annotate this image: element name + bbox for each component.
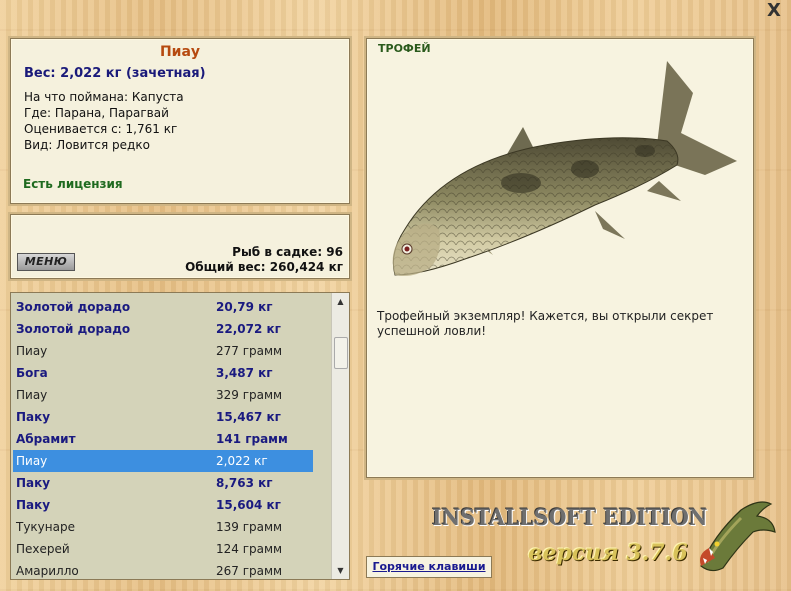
- catch-list-row[interactable]: Золотой дорадо 20,79 кг: [13, 296, 313, 318]
- catch-fish-weight: 2,022 кг: [216, 454, 268, 468]
- catch-fish-name: Паку: [16, 476, 51, 490]
- catch-list-row[interactable]: Паку 15,604 кг: [13, 494, 313, 516]
- catch-fish-weight: 8,763 кг: [216, 476, 273, 490]
- scrollbar[interactable]: ▲ ▼: [331, 293, 349, 579]
- catch-list-row[interactable]: Паку 15,467 кг: [13, 406, 313, 428]
- fish-count: Рыб в садке: 96: [232, 245, 343, 259]
- fish-info-panel: Пиау Вес: 2,022 кг (зачетная) На что пой…: [8, 36, 352, 206]
- catch-fish-name: Пиау: [16, 344, 48, 358]
- catch-fish-name: Золотой дорадо: [16, 300, 131, 314]
- catch-list-row[interactable]: Пехерей 124 грамм: [13, 538, 313, 560]
- catch-fish-name: Паку: [16, 410, 51, 424]
- catch-fish-weight: 124 грамм: [216, 542, 283, 556]
- scroll-thumb[interactable]: [334, 337, 348, 369]
- hotkeys-button[interactable]: Горячие клавиши: [366, 556, 492, 578]
- catch-fish-weight: 277 грамм: [216, 344, 283, 358]
- close-button[interactable]: X: [764, 2, 784, 20]
- catch-fish-weight: 267 грамм: [216, 564, 283, 578]
- catch-fish-weight: 15,604 кг: [216, 498, 281, 512]
- catch-list-row[interactable]: Золотой дорадо 22,072 кг: [13, 318, 313, 340]
- rated-from-line: Оценивается с: 1,761 кг: [24, 122, 178, 136]
- catch-list-row[interactable]: Бога 3,487 кг: [13, 362, 313, 384]
- catch-list[interactable]: Золотой дорадо 20,79 кг Золотой дорадо 22,0…: [10, 292, 350, 580]
- catch-fish-name: Тукунаре: [16, 520, 75, 534]
- trophy-panel: ТРОФЕЙ Трофейный экземпляр! Кажется, вы …: [364, 36, 756, 480]
- catch-list-row[interactable]: Пиау 329 грамм: [13, 384, 313, 406]
- catch-list-row[interactable]: Тукунаре 139 грамм: [13, 516, 313, 538]
- catch-fish-name: Бога: [16, 366, 48, 380]
- version-label: версия 3.7.6: [528, 540, 688, 566]
- catch-fish-name: Пехерей: [16, 542, 70, 556]
- total-weight: Общий вес: 260,424 кг: [185, 260, 343, 274]
- catch-list-row[interactable]: Амарилло 267 грамм: [13, 560, 313, 579]
- scroll-down-arrow-icon[interactable]: ▼: [332, 562, 349, 579]
- catch-fish-weight: 139 грамм: [216, 520, 283, 534]
- catch-fish-name: Пиау: [16, 454, 48, 468]
- keepnet-panel: МЕНЮ Рыб в садке: 96 Общий вес: 260,424 …: [8, 212, 352, 281]
- scroll-up-arrow-icon[interactable]: ▲: [332, 293, 349, 310]
- menu-button[interactable]: МЕНЮ: [17, 253, 75, 271]
- catch-fish-name: Абрамит: [16, 432, 76, 446]
- catch-list-row[interactable]: Паку 8,763 кг: [13, 472, 313, 494]
- catch-fish-weight: 141 грамм: [216, 432, 288, 446]
- fish-weight: Вес: 2,022 кг (зачетная): [24, 66, 206, 81]
- location-line: Где: Парана, Парагвай: [24, 106, 169, 120]
- keepnet-stats: Рыб в садке: 96 Общий вес: 260,424 кг: [185, 245, 343, 275]
- catch-list-row[interactable]: Пиау 2,022 кг: [13, 450, 313, 472]
- fish-details: На что поймана: Капуста Где: Парана, Пар…: [24, 89, 184, 153]
- pike-logo-icon: [700, 501, 776, 572]
- catch-list-row[interactable]: Абрамит 141 грамм: [13, 428, 313, 450]
- catch-fish-name: Амарилло: [16, 564, 79, 578]
- catch-fish-name: Золотой дорадо: [16, 322, 131, 336]
- fish-name-title: Пиау: [159, 44, 201, 60]
- bait-line: На что поймана: Капуста: [24, 90, 184, 104]
- catch-fish-weight: 15,467 кг: [216, 410, 281, 424]
- license-status: Есть лицензия: [23, 177, 123, 191]
- catch-fish-weight: 20,79 кг: [216, 300, 273, 314]
- catch-fish-weight: 3,487 кг: [216, 366, 273, 380]
- catch-fish-name: Паку: [16, 498, 51, 512]
- edition-logo-text: INSTALLSOFT EDITION: [432, 505, 708, 531]
- rarity-line: Вид: Ловится редко: [24, 138, 150, 152]
- catch-fish-weight: 329 грамм: [216, 388, 283, 402]
- catch-fish-weight: 22,072 кг: [216, 322, 281, 336]
- catch-list-row[interactable]: Пиау 277 грамм: [13, 340, 313, 362]
- fish-image: [392, 61, 737, 276]
- catch-fish-name: Пиау: [16, 388, 48, 402]
- trophy-message: Трофейный экземпляр! Кажется, вы открыли…: [377, 309, 714, 338]
